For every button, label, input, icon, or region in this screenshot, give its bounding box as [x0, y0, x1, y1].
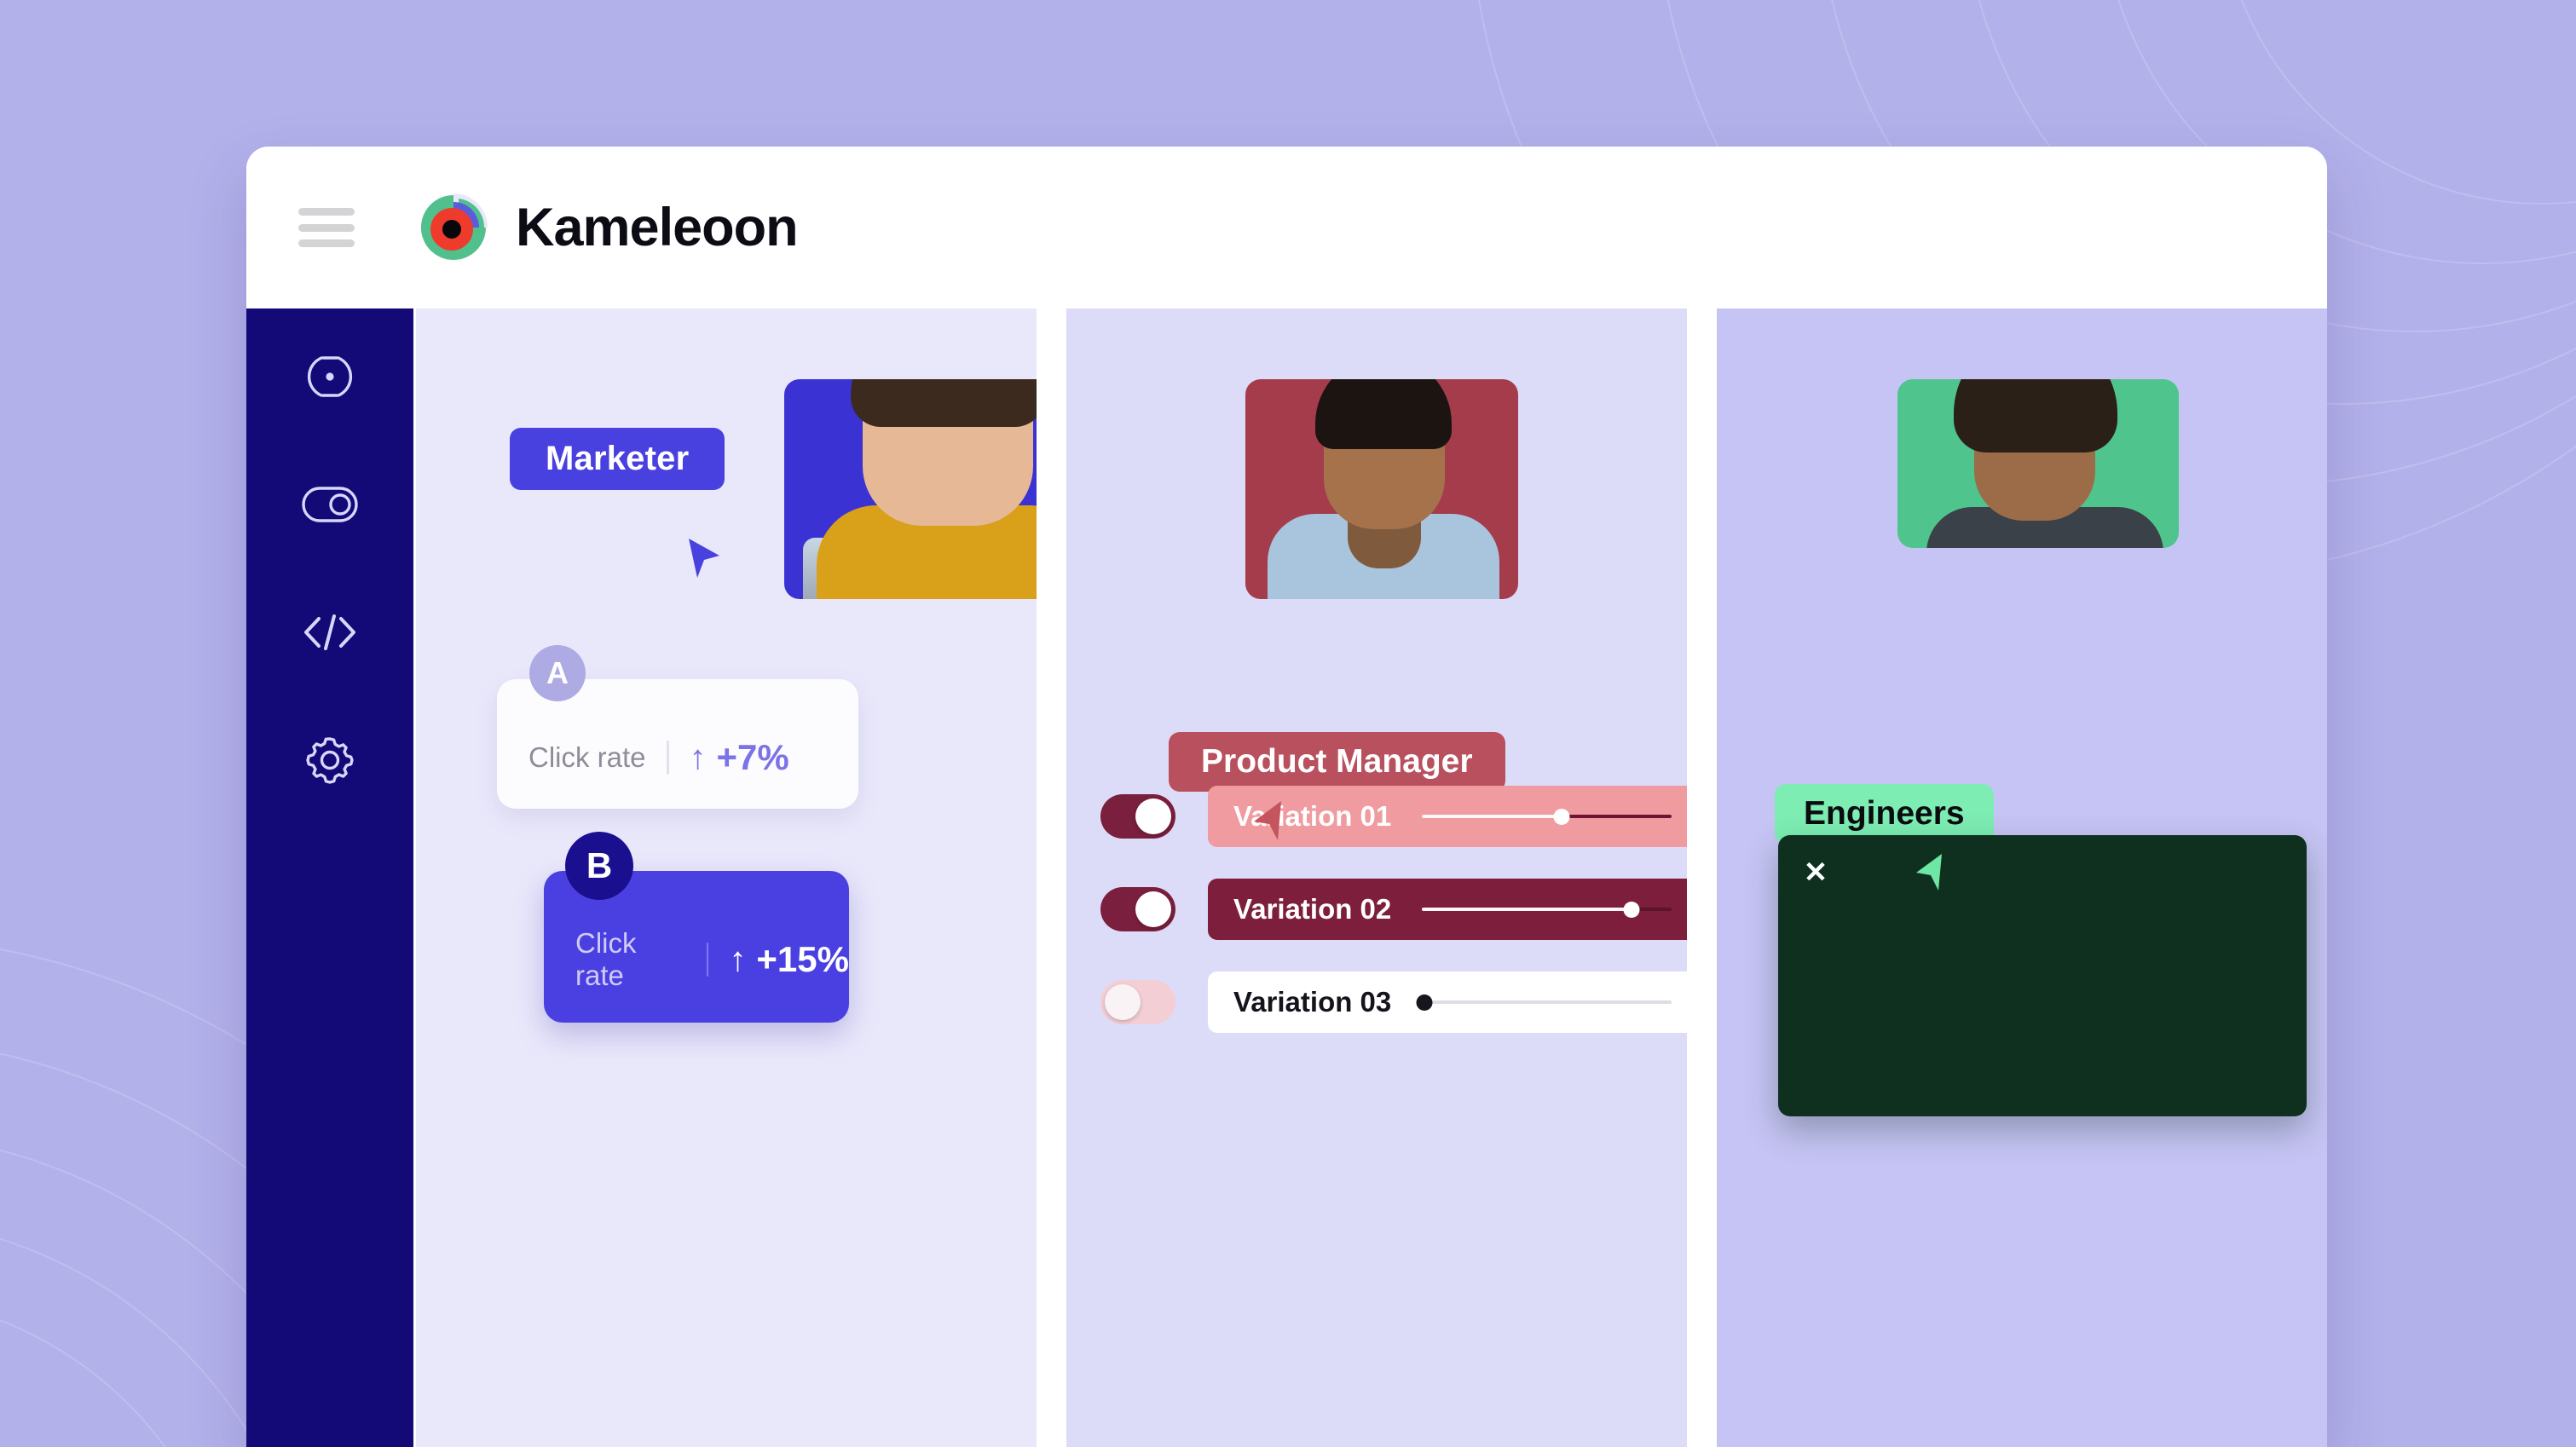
metric-delta-value: +15% — [756, 939, 849, 979]
variation-name: Variation 03 — [1233, 986, 1392, 1018]
variation-row: Variation 01 — [1100, 786, 1687, 847]
variation-slider-01[interactable] — [1422, 808, 1672, 825]
variant-badge-b: B — [565, 832, 633, 900]
metric-card-b[interactable]: B Click rate ↑ +15% — [544, 832, 849, 1023]
arrow-up-icon: ↑ — [689, 739, 707, 776]
slider-fill — [1422, 815, 1562, 818]
column-marketer: Marketer A Click rate ↑ +7% B Click rate… — [416, 308, 1037, 1447]
variation-slider-03[interactable] — [1416, 994, 1672, 1011]
toggle-switch-icon — [302, 486, 358, 527]
metric-label: Click rate — [575, 927, 637, 991]
top-bar: Kameleoon — [246, 147, 2327, 308]
hair-shape — [851, 379, 1037, 427]
toggle-knob — [1105, 984, 1141, 1020]
product-manager-photo — [1245, 379, 1518, 599]
hair-shape — [1315, 379, 1452, 449]
metric-delta: ↑ +15% — [729, 939, 849, 980]
variation-card-03[interactable]: Variation 03 — [1208, 971, 1687, 1033]
divider — [706, 943, 709, 977]
variation-card-02[interactable]: Variation 02 — [1208, 879, 1687, 940]
toggle-knob — [1135, 891, 1171, 927]
sidebar-item-settings[interactable] — [299, 731, 361, 793]
engineers-dark-panel: ✕ — [1778, 835, 2307, 1116]
kameleoon-logo-icon — [416, 190, 491, 265]
variation-toggle-02[interactable] — [1100, 887, 1175, 931]
code-brackets-icon — [302, 611, 358, 658]
column-engineers: Engineers ✕ — [1717, 308, 2327, 1447]
engineer-photo — [1897, 379, 2179, 548]
slider-thumb[interactable] — [1553, 808, 1570, 825]
arrow-up-icon: ↑ — [729, 941, 747, 978]
hamburger-menu-icon[interactable] — [298, 208, 355, 247]
app-window: Kameleoon Marketer A Click rate ↑ +7% B … — [246, 147, 2327, 1447]
divider — [666, 741, 669, 775]
metric-row: Click rate ↑ +7% — [528, 737, 789, 778]
hamburger-line — [298, 239, 355, 247]
variation-toggle-03[interactable] — [1100, 980, 1175, 1024]
sidebar-rail — [246, 308, 413, 1447]
metric-delta-value: +7% — [716, 737, 789, 777]
variant-badge-a: A — [529, 645, 586, 701]
toggle-knob — [1135, 798, 1171, 834]
badge-marketer[interactable]: Marketer — [510, 428, 725, 490]
variation-toggle-01[interactable] — [1100, 794, 1175, 839]
metric-delta: ↑ +7% — [690, 737, 789, 778]
brand-name: Kameleoon — [516, 198, 799, 257]
variation-row: Variation 02 — [1100, 879, 1687, 940]
metric-card-a[interactable]: A Click rate ↑ +7% — [497, 645, 858, 809]
close-x-icon[interactable]: ✕ — [1800, 857, 1831, 888]
app-body: Marketer A Click rate ↑ +7% B Click rate… — [246, 308, 2327, 1447]
hair-shape — [1954, 379, 2117, 453]
metric-row: Click rate ↑ +15% — [575, 927, 849, 992]
metric-label: Click rate — [528, 741, 646, 773]
slider-track — [1422, 1000, 1672, 1004]
variation-list: Variation 01 Variation 02 Variation 03 — [1100, 786, 1687, 1064]
columns: Marketer A Click rate ↑ +7% B Click rate… — [413, 308, 2327, 1447]
sidebar-item-developers[interactable] — [299, 603, 361, 665]
brand[interactable]: Kameleoon — [416, 190, 799, 265]
sidebar-item-feature-flags[interactable] — [299, 476, 361, 537]
gear-icon — [303, 734, 356, 791]
hamburger-line — [298, 208, 355, 216]
slider-thumb[interactable] — [1623, 901, 1640, 918]
column-product-manager: Product Manager Variation 01 Variation 0… — [1066, 308, 1687, 1447]
variation-row: Variation 03 — [1100, 971, 1687, 1033]
slider-thumb[interactable] — [1416, 994, 1433, 1011]
hamburger-line — [298, 223, 355, 232]
ripple-ring — [0, 1294, 239, 1447]
variation-name: Variation 02 — [1233, 893, 1392, 925]
marketer-photo — [784, 379, 1037, 599]
slider-fill — [1422, 908, 1632, 911]
sidebar-item-experiments[interactable] — [299, 348, 361, 409]
target-focus-icon — [304, 351, 355, 406]
variation-slider-02[interactable] — [1422, 901, 1672, 918]
badge-product-manager[interactable]: Product Manager — [1169, 732, 1505, 792]
